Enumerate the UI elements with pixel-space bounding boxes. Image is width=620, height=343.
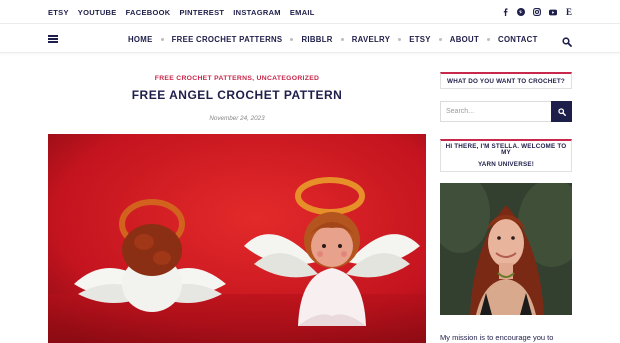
author-portrait [440, 183, 572, 315]
nav-item-free-crochet-patterns[interactable]: FREE CROCHET PATTERNS [172, 35, 283, 44]
search-icon [557, 107, 566, 116]
post-date: November 24, 2023 [209, 115, 265, 122]
nav-separator [340, 37, 344, 41]
nav-item-ribblr[interactable]: RIBBLR [301, 35, 332, 44]
post-categories[interactable]: FREE CROCHET PATTERNS, UNCATEGORIZED [48, 75, 426, 82]
hamburger-menu-icon[interactable] [48, 35, 58, 43]
top-link-instagram[interactable]: INSTAGRAM [233, 8, 281, 17]
top-link-youtube[interactable]: YOUTUBE [78, 8, 117, 17]
post-title: FREE ANGEL CROCHET PATTERN [131, 88, 343, 102]
nav-item-contact[interactable]: CONTACT [498, 35, 538, 44]
etsy-icon[interactable]: E [565, 7, 573, 16]
featured-image [48, 134, 426, 343]
nav-separator [160, 37, 164, 41]
nav-item-home[interactable]: HOME [128, 35, 153, 44]
sidebar-search-heading: WHAT DO YOU WANT TO CROCHET? [440, 72, 572, 89]
search-icon[interactable] [562, 34, 572, 47]
top-link-email[interactable]: EMAIL [290, 8, 315, 17]
top-links: ETSY YOUTUBE FACEBOOK PINTEREST INSTAGRA… [48, 0, 315, 24]
social-icons: E [501, 0, 573, 24]
nav-separator [438, 37, 442, 41]
sidebar-search-form: Search... [440, 101, 572, 122]
nav-separator [398, 37, 402, 41]
top-bar: ETSY YOUTUBE FACEBOOK PINTEREST INSTAGRA… [0, 0, 620, 24]
main-menu: HOME FREE CROCHET PATTERNS RIBBLR RAVELR… [128, 25, 538, 53]
youtube-icon[interactable] [549, 8, 557, 16]
top-link-pinterest[interactable]: PINTEREST [179, 8, 224, 17]
top-link-etsy[interactable]: ETSY [48, 8, 69, 17]
sidebar-search-button[interactable] [551, 101, 572, 122]
sidebar-welcome-line-2: YARN UNIVERSE! [477, 160, 535, 168]
instagram-icon[interactable] [533, 8, 541, 16]
sidebar-welcome-heading: HI THERE, I'M STELLA. WELCOME TO MY YARN… [440, 139, 572, 172]
pinterest-icon[interactable] [517, 8, 525, 16]
nav-separator [487, 37, 491, 41]
nav-item-ravelry[interactable]: RAVELRY [352, 35, 391, 44]
nav-item-etsy[interactable]: ETSY [409, 35, 431, 44]
nav-separator [290, 37, 294, 41]
nav-item-about[interactable]: ABOUT [450, 35, 479, 44]
sidebar-search-input[interactable]: Search... [440, 101, 551, 122]
sidebar-mission-text: My mission is to encourage you to [440, 333, 554, 342]
main-navbar: HOME FREE CROCHET PATTERNS RIBBLR RAVELR… [0, 25, 620, 53]
facebook-icon[interactable] [501, 8, 509, 16]
sidebar-welcome-line-1: HI THERE, I'M STELLA. WELCOME TO MY [445, 143, 567, 157]
top-link-facebook[interactable]: FACEBOOK [126, 8, 171, 17]
sidebar-search-heading-text: WHAT DO YOU WANT TO CROCHET? [447, 77, 565, 85]
